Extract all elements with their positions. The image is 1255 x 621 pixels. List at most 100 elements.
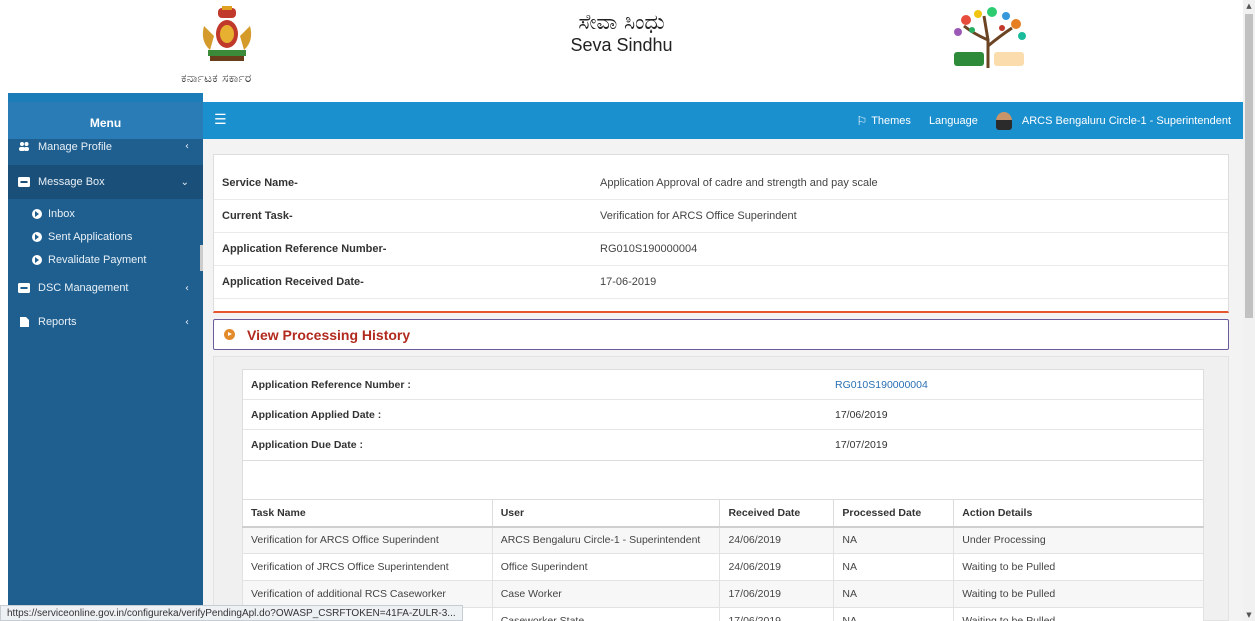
table-cell: NA xyxy=(833,553,955,581)
table-cell: Caseworker State xyxy=(491,607,721,621)
panel-spacer xyxy=(214,155,1228,167)
table-cell: NA xyxy=(833,580,955,608)
sidebar-item-label: DSC Management xyxy=(38,282,129,294)
service-row-key: Application Received Date- xyxy=(222,276,364,288)
sidebar-subitem-label: Inbox xyxy=(48,207,75,220)
table-cell: NA xyxy=(833,526,955,554)
sidebar-item-dsc-management[interactable]: DSC Management ‹ xyxy=(8,271,203,305)
brand-kannada: ಸೇವಾ ಸಿಂಧು xyxy=(578,10,665,34)
info-row-key: Application Due Date : xyxy=(251,439,364,451)
table-cell: Waiting to be Pulled xyxy=(953,607,1204,621)
task-history-table: Task Name User Received Date Processed D… xyxy=(242,499,1204,621)
service-row-key: Current Task- xyxy=(222,210,293,222)
table-row: Verification of JRCS Office Superintende… xyxy=(242,553,1204,581)
user-menu[interactable]: ARCS Bengaluru Circle-1 - Superintendent xyxy=(995,111,1231,130)
column-header: Received Date xyxy=(719,499,835,528)
emblem-caption: ಕರ್ನಾಟಕ ಸರ್ಕಾರ xyxy=(181,71,252,85)
column-header: Task Name xyxy=(242,499,493,528)
application-info-table: Application Reference Number : RG010S190… xyxy=(242,369,1204,461)
top-navbar: ☰ ⚐ Themes Language ARCS Bengaluru Circl… xyxy=(203,102,1243,139)
hamburger-menu-icon[interactable]: ☰ xyxy=(214,112,227,128)
sidebar-menu-title: Menu xyxy=(8,102,203,139)
info-row: Application Applied Date : 17/06/2019 xyxy=(243,400,1203,430)
sidebar-item-message-box[interactable]: Message Box ⌄ xyxy=(8,165,203,199)
language-link[interactable]: Language xyxy=(929,115,978,127)
table-cell: Verification of JRCS Office Superintende… xyxy=(242,553,493,581)
table-header-row: Task Name User Received Date Processed D… xyxy=(242,499,1204,528)
info-row: Application Due Date : 17/07/2019 xyxy=(243,430,1203,460)
sidebar-subitem-inbox[interactable]: Inbox xyxy=(8,202,203,225)
info-row-key: Application Applied Date : xyxy=(251,408,382,421)
info-row-value: 17/07/2019 xyxy=(835,439,888,451)
arrow-circle-icon xyxy=(32,208,42,219)
site-header: ಕರ್ನಾಟಕ ಸರ್ಕಾರ ಸೇವಾ ಸಿಂಧು Seva Sindhu xyxy=(0,0,1243,102)
navbar-right: ⚐ Themes Language ARCS Bengaluru Circle-… xyxy=(856,102,1231,139)
table-row: Verification for ARCS Office Superindent… xyxy=(242,526,1204,554)
main-content: Service Name- Application Approval of ca… xyxy=(203,139,1243,621)
service-row-key: Service Name- xyxy=(222,177,298,189)
chevron-left-icon: ‹ xyxy=(185,316,189,328)
service-row-value: Verification for ARCS Office Superindent xyxy=(600,210,797,222)
table-cell: 24/06/2019 xyxy=(719,553,835,581)
service-row: Service Name- Application Approval of ca… xyxy=(214,167,1228,200)
table-row: Verification of additional RCS Caseworke… xyxy=(242,580,1204,608)
sidebar-item-manage-profile[interactable]: Manage Profile ‹ xyxy=(8,139,203,165)
sidebar-item-label: Message Box xyxy=(38,176,105,188)
sidebar-subitem-label: Sent Applications xyxy=(48,230,133,243)
column-header: Action Details xyxy=(953,499,1204,528)
info-row: Application Reference Number : RG010S190… xyxy=(243,370,1203,400)
users-icon xyxy=(19,142,29,151)
table-cell: Office Superindent xyxy=(491,553,721,581)
service-row-key: Application Reference Number- xyxy=(222,243,387,255)
sidebar-subitem-sent-applications[interactable]: Sent Applications xyxy=(8,225,203,248)
scroll-up-icon[interactable]: ▲ xyxy=(1243,0,1255,12)
processing-history-panel: Application Reference Number : RG010S190… xyxy=(213,356,1229,621)
view-processing-history-title: View Processing History xyxy=(247,326,411,343)
table-cell: Case Worker xyxy=(491,580,721,608)
service-row: Current Task- Verification for ARCS Offi… xyxy=(214,200,1228,233)
chevron-down-icon: ⌄ xyxy=(180,176,189,188)
service-row: Application Reference Number- RG010S1900… xyxy=(214,233,1228,266)
arrow-circle-icon xyxy=(32,254,42,265)
column-header: User xyxy=(491,499,721,528)
scroll-down-icon[interactable]: ▼ xyxy=(1243,609,1255,621)
themes-label: Themes xyxy=(871,114,911,127)
message-icon xyxy=(18,283,30,293)
scrollbar-thumb[interactable] xyxy=(1245,14,1253,318)
sidebar-subitem-label: Revalidate Payment xyxy=(48,253,147,266)
service-row: Application Received Date- 17-06-2019 xyxy=(214,266,1228,299)
sidebar-item-reports[interactable]: Reports ‹ xyxy=(8,305,203,339)
table-cell: 17/06/2019 xyxy=(719,580,835,608)
message-icon xyxy=(18,177,30,187)
service-row-value: RG010S190000004 xyxy=(600,243,698,255)
info-row-key: Application Reference Number : xyxy=(251,378,411,391)
table-cell: 17/06/2019 xyxy=(719,607,835,621)
table-cell: 24/06/2019 xyxy=(719,526,835,554)
info-row-value[interactable]: RG010S190000004 xyxy=(835,379,928,391)
sidebar-top-strip xyxy=(8,93,203,102)
user-name: ARCS Bengaluru Circle-1 - Superintendent xyxy=(1021,114,1231,127)
sidebar: Menu Manage Profile ‹ Message Box ⌄ Inbo… xyxy=(8,102,203,621)
info-row-value: 17/06/2019 xyxy=(835,408,888,421)
chevron-left-icon: ‹ xyxy=(185,141,189,152)
table-cell: NA xyxy=(833,607,955,621)
page-scrollbar[interactable]: ▲ ▼ xyxy=(1243,0,1255,621)
themes-link[interactable]: ⚐ Themes xyxy=(856,114,911,128)
table-cell: Waiting to be Pulled xyxy=(953,580,1204,608)
table-spacer xyxy=(242,461,1204,499)
sidebar-item-label: Reports xyxy=(38,316,77,328)
user-avatar-icon xyxy=(995,111,1012,130)
view-processing-history-toggle[interactable]: View Processing History xyxy=(213,319,1229,350)
panel-spacer xyxy=(214,299,1228,311)
flag-icon: ⚐ xyxy=(856,113,868,128)
brand-title: ಸೇವಾ ಸಿಂಧು Seva Sindhu xyxy=(0,10,1243,56)
sidebar-subitem-revalidate-payment[interactable]: Revalidate Payment xyxy=(8,248,203,271)
browser-status-url: https://serviceonline.gov.in/configureka… xyxy=(0,605,463,621)
chevron-left-icon: ‹ xyxy=(185,282,189,294)
table-cell: Verification of additional RCS Caseworke… xyxy=(242,580,493,608)
service-row-value: 17-06-2019 xyxy=(600,276,657,288)
arrow-circle-icon xyxy=(32,231,42,242)
service-details-panel: Service Name- Application Approval of ca… xyxy=(213,154,1229,313)
table-cell: Verification for ARCS Office Superindent xyxy=(242,526,493,554)
file-icon xyxy=(20,317,29,327)
